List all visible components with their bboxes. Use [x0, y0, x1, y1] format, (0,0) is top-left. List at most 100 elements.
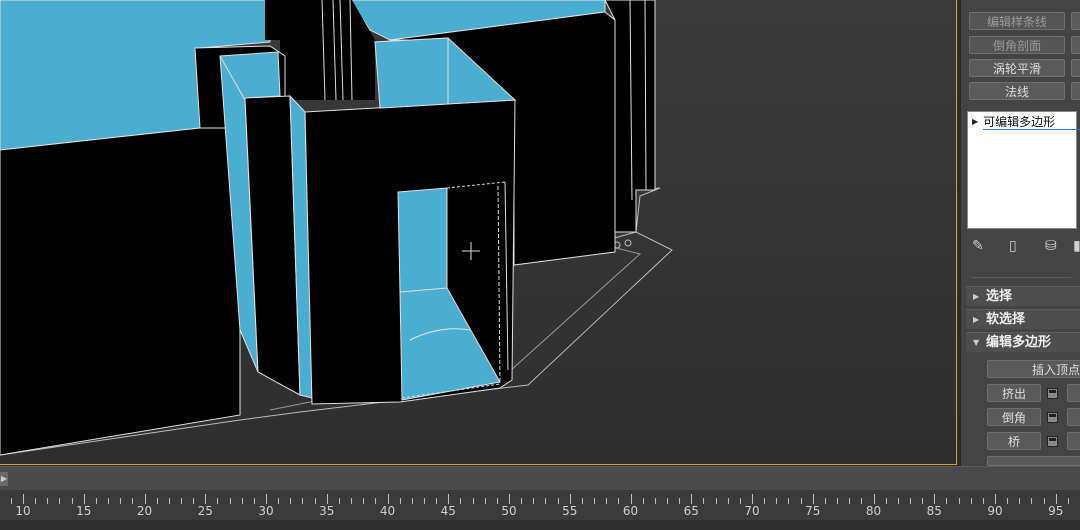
- door-opening: [397, 187, 448, 293]
- ruler-tick: [837, 498, 839, 504]
- ruler-tick: [144, 494, 146, 504]
- ruler-tick: [120, 498, 122, 504]
- ruler-tick: [533, 498, 535, 504]
- ruler-tick: [764, 498, 766, 504]
- ruler-label: 70: [744, 504, 760, 518]
- show-end-result-icon[interactable]: ▯: [1009, 238, 1017, 254]
- ruler-tick: [375, 498, 377, 504]
- ruler-label: 25: [197, 504, 213, 518]
- mesh-wall: [0, 127, 241, 456]
- edit-spline-button[interactable]: 编辑样条线: [969, 12, 1065, 30]
- ruler-tick: [557, 498, 559, 504]
- modifier-stack-list[interactable]: ▶ 可编辑多边形: [967, 111, 1080, 229]
- ruler-tick: [10, 498, 12, 504]
- ruler-tick: [399, 498, 401, 504]
- ruler-tick: [229, 498, 231, 504]
- ruler-tick: [909, 498, 911, 504]
- modifier-side-button[interactable]: [1071, 59, 1080, 77]
- ruler-tick: [995, 494, 996, 504]
- ruler-label: 30: [258, 504, 274, 518]
- bevel-button[interactable]: 倒角: [987, 408, 1041, 426]
- ruler-tick: [679, 498, 681, 504]
- ruler-tick: [266, 494, 267, 504]
- command-panel: 编辑样条线 倒角剖面 涡轮平滑 法线 ▶ 可编辑多边形 ✎ ▯ ⛁ ▮ ▶ 选择 ▶…: [961, 0, 1080, 466]
- ruler-tick: [885, 498, 887, 504]
- turbosmooth-button[interactable]: 涡轮平滑: [969, 59, 1065, 77]
- ruler-tick: [83, 494, 85, 504]
- scene-geometry[interactable]: [0, 0, 958, 466]
- ruler-label: 20: [136, 504, 153, 518]
- extrude-button[interactable]: 挤出: [987, 384, 1041, 402]
- ruler-tick: [581, 498, 583, 504]
- ruler-tick: [849, 498, 851, 504]
- ruler-tick: [873, 494, 875, 504]
- ruler-tick: [411, 498, 413, 504]
- ruler-tick: [156, 498, 158, 504]
- edit-poly-more-button[interactable]: [987, 456, 1080, 466]
- expand-triangle-icon[interactable]: ▶: [972, 117, 978, 126]
- ruler-tick: [351, 498, 353, 504]
- ruler-tick: [302, 498, 304, 504]
- edit-poly-side-button[interactable]: [1067, 384, 1080, 402]
- edit-poly-side-button[interactable]: [1067, 408, 1080, 426]
- rollout-select[interactable]: ▶ 选择: [966, 286, 1080, 306]
- ruler-tick: [363, 498, 365, 504]
- ruler-label: 60: [622, 504, 639, 518]
- rollout-edit-poly[interactable]: ▼ 编辑多边形: [966, 332, 1080, 352]
- edit-poly-side-button[interactable]: [1067, 432, 1080, 450]
- chamfer-profile-button[interactable]: 倒角剖面: [969, 36, 1065, 54]
- time-slider-arrow-icon[interactable]: ▶: [0, 472, 8, 486]
- ruler-tick: [824, 498, 826, 504]
- ruler-tick: [484, 498, 486, 504]
- ruler-label: 85: [926, 504, 942, 518]
- ruler-tick: [71, 498, 73, 504]
- ruler-tick: [95, 498, 97, 504]
- ruler-tick: [800, 498, 802, 504]
- make-unique-icon[interactable]: ⛁: [1045, 238, 1057, 254]
- floor-marker: [624, 239, 632, 247]
- ruler-tick: [253, 498, 255, 504]
- insert-vertex-button[interactable]: 插入顶点: [987, 360, 1080, 378]
- ruler-tick: [897, 498, 899, 504]
- time-slider[interactable]: ▶: [0, 466, 1080, 490]
- ruler-label: 95: [1048, 504, 1064, 518]
- ruler-tick: [594, 498, 596, 504]
- ruler-tick: [108, 498, 110, 504]
- ruler-tick: [290, 498, 292, 504]
- floor-outline-right: [635, 187, 661, 233]
- collapse-arrow-icon: ▼: [973, 338, 980, 347]
- stack-item-editable-poly[interactable]: ▶ 可编辑多边形: [972, 113, 1080, 130]
- ruler-tick: [691, 494, 693, 504]
- ruler-tick: [278, 498, 280, 504]
- ruler-tick: [922, 498, 924, 504]
- remove-modifier-icon[interactable]: ▮: [1073, 238, 1080, 254]
- ruler-tick: [23, 494, 24, 504]
- ruler-tick: [314, 498, 316, 504]
- ruler-tick: [654, 498, 656, 504]
- normal-button[interactable]: 法线: [969, 82, 1065, 100]
- modifier-side-button[interactable]: [1071, 82, 1080, 100]
- ruler-label: 50: [501, 504, 517, 518]
- ruler-tick: [970, 498, 972, 504]
- ruler-tick: [1043, 498, 1045, 504]
- modifier-side-button[interactable]: [1071, 36, 1080, 54]
- ruler-tick: [715, 498, 717, 504]
- modifier-side-button[interactable]: [1071, 12, 1080, 30]
- ruler-tick: [606, 498, 608, 504]
- perspective-viewport[interactable]: [0, 0, 958, 466]
- bevel-settings-icon[interactable]: [1047, 412, 1058, 423]
- ruler-tick: [642, 498, 644, 504]
- ruler-label: 10: [15, 504, 31, 518]
- ruler-tick: [1031, 498, 1033, 504]
- extrude-settings-icon[interactable]: [1047, 388, 1058, 399]
- bridge-button[interactable]: 桥: [987, 432, 1041, 450]
- ruler-tick: [59, 498, 61, 504]
- ruler-tick: [436, 498, 438, 504]
- ruler-tick: [958, 498, 960, 504]
- ruler-tick: [618, 498, 620, 504]
- pin-icon[interactable]: ✎: [972, 238, 984, 254]
- rollout-soft-select[interactable]: ▶ 软选择: [966, 309, 1080, 329]
- bridge-settings-icon[interactable]: [1047, 436, 1058, 447]
- ruler-tick: [727, 498, 729, 504]
- ruler-tick: [752, 494, 753, 504]
